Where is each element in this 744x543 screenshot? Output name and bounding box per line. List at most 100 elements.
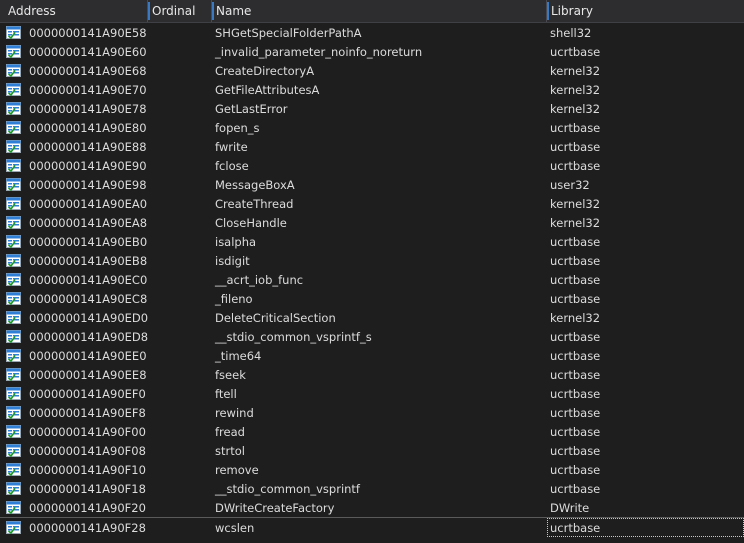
table-row[interactable]: 0000000141A90E98 MessageBoxA user32 — [0, 175, 744, 194]
column-header-address[interactable]: Address — [0, 0, 148, 22]
import-function-icon — [6, 292, 21, 305]
address-cell: 0000000141A90E88 — [0, 140, 148, 154]
table-row[interactable]: 0000000141A90EC0 __acrt_iob_func ucrtbas… — [0, 270, 744, 289]
import-function-icon — [6, 273, 21, 286]
table-row[interactable]: 0000000141A90EC8 _fileno ucrtbase — [0, 289, 744, 308]
library-cell: user32 — [550, 177, 590, 192]
table-row[interactable]: 0000000141A90E90 fclose ucrtbase — [0, 156, 744, 175]
table-row[interactable]: 0000000141A90EE0 _time64 ucrtbase — [0, 346, 744, 365]
address-cell: 0000000141A90ED0 — [0, 311, 148, 325]
address-text: 0000000141A90EE8 — [29, 367, 147, 382]
table-row[interactable]: 0000000141A90E80 fopen_s ucrtbase — [0, 118, 744, 137]
table-row[interactable]: 0000000141A90E58 SHGetSpecialFolderPathA… — [0, 23, 744, 42]
import-function-icon — [6, 235, 21, 248]
name-text: _fileno — [215, 291, 253, 306]
column-header-ordinal[interactable]: Ordinal — [148, 0, 212, 22]
name-cell: fread — [212, 425, 547, 439]
name-text: fwrite — [215, 139, 248, 154]
column-header-library[interactable]: Library — [547, 0, 744, 22]
name-cell: wcslen — [212, 521, 547, 535]
name-cell: DWriteCreateFactory — [212, 501, 547, 515]
address-cell: 0000000141A90F00 — [0, 425, 148, 439]
table-row[interactable]: 0000000141A90F00 fread ucrtbase — [0, 422, 744, 441]
table-body: 0000000141A90E58 SHGetSpecialFolderPathA… — [0, 23, 744, 537]
library-cell: ucrtbase — [550, 462, 601, 477]
table-row[interactable]: 0000000141A90EB0 isalpha ucrtbase — [0, 232, 744, 251]
address-cell: 0000000141A90E98 — [0, 178, 148, 192]
table-row[interactable]: 0000000141A90E78 GetLastError kernel32 — [0, 99, 744, 118]
import-function-icon — [6, 311, 21, 324]
address-cell: 0000000141A90EB0 — [0, 235, 148, 249]
name-cell: _fileno — [212, 292, 547, 306]
name-text: remove — [215, 462, 259, 477]
address-cell: 0000000141A90EB8 — [0, 254, 148, 268]
address-cell: 0000000141A90EA0 — [0, 197, 148, 211]
import-function-icon — [6, 425, 21, 438]
import-function-icon — [6, 368, 21, 381]
table-row[interactable]: 0000000141A90F10 remove ucrtbase — [0, 460, 744, 479]
address-cell: 0000000141A90EE0 — [0, 349, 148, 363]
table-row[interactable]: 0000000141A90F20 DWriteCreateFactory DWr… — [0, 498, 744, 517]
import-function-icon — [6, 140, 21, 153]
table-row[interactable]: 0000000141A90ED0 DeleteCriticalSection k… — [0, 308, 744, 327]
name-text: wcslen — [215, 520, 255, 535]
table-row[interactable]: 0000000141A90EE8 fseek ucrtbase — [0, 365, 744, 384]
name-text: __stdio_common_vsprintf — [215, 481, 360, 496]
address-text: 0000000141A90E98 — [29, 177, 147, 192]
imports-table: Address Ordinal Name Library 0000000141A… — [0, 0, 744, 543]
address-text: 0000000141A90ED8 — [29, 329, 148, 344]
table-row[interactable]: 0000000141A90E68 CreateDirectoryA kernel… — [0, 61, 744, 80]
library-cell: ucrtbase — [550, 253, 601, 268]
address-cell: 0000000141A90F28 — [0, 521, 148, 535]
address-text: 0000000141A90F20 — [29, 500, 146, 515]
address-cell: 0000000141A90EF0 — [0, 387, 148, 401]
name-cell: remove — [212, 463, 547, 477]
table-row[interactable]: 0000000141A90EA8 CloseHandle kernel32 — [0, 213, 744, 232]
name-cell: _time64 — [212, 349, 547, 363]
library-cell: ucrtbase — [550, 158, 601, 173]
library-cell: kernel32 — [550, 63, 601, 78]
name-cell: CreateThread — [212, 197, 547, 211]
name-text: GetLastError — [215, 101, 288, 116]
name-cell: GetLastError — [212, 102, 547, 116]
table-row[interactable]: 0000000141A90EA0 CreateThread kernel32 — [0, 194, 744, 213]
library-cell: ucrtbase — [550, 234, 601, 249]
column-header-name[interactable]: Name — [212, 0, 547, 22]
name-text: __acrt_iob_func — [215, 272, 304, 287]
library-cell: ucrtbase — [550, 443, 601, 458]
address-cell: 0000000141A90ED8 — [0, 330, 148, 344]
table-row[interactable]: 0000000141A90E88 fwrite ucrtbase — [0, 137, 744, 156]
library-cell: kernel32 — [550, 101, 601, 116]
import-function-icon — [6, 216, 21, 229]
table-row[interactable]: 0000000141A90E60 _invalid_parameter_noin… — [0, 42, 744, 61]
name-cell: _invalid_parameter_noinfo_noreturn — [212, 45, 547, 59]
name-cell: DeleteCriticalSection — [212, 311, 547, 325]
address-text: 0000000141A90F08 — [29, 443, 146, 458]
name-text: _invalid_parameter_noinfo_noreturn — [215, 44, 423, 59]
library-cell: ucrtbase — [550, 44, 601, 59]
name-cell: fopen_s — [212, 121, 547, 135]
address-cell: 0000000141A90F20 — [0, 501, 148, 515]
address-cell: 0000000141A90E78 — [0, 102, 148, 116]
library-cell: ucrtbase — [550, 139, 601, 154]
address-text: 0000000141A90EF0 — [29, 386, 146, 401]
table-row[interactable]: 0000000141A90EF8 rewind ucrtbase — [0, 403, 744, 422]
name-text: fclose — [215, 158, 249, 173]
table-row[interactable]: 0000000141A90F08 strtol ucrtbase — [0, 441, 744, 460]
address-text: 0000000141A90E80 — [29, 120, 147, 135]
name-cell: isalpha — [212, 235, 547, 249]
library-cell: ucrtbase — [550, 120, 601, 135]
address-text: 0000000141A90F28 — [29, 520, 146, 535]
table-row[interactable]: 0000000141A90ED8 __stdio_common_vsprintf… — [0, 327, 744, 346]
table-row[interactable]: 0000000141A90E70 GetFileAttributesA kern… — [0, 80, 744, 99]
table-row[interactable]: 0000000141A90F18 __stdio_common_vsprintf… — [0, 479, 744, 498]
address-cell: 0000000141A90E68 — [0, 64, 148, 78]
table-row[interactable]: 0000000141A90F28 wcslen ucrtbase — [0, 517, 744, 537]
table-row[interactable]: 0000000141A90EF0 ftell ucrtbase — [0, 384, 744, 403]
name-text: _time64 — [215, 348, 262, 363]
import-function-icon — [6, 102, 21, 115]
table-row[interactable]: 0000000141A90EB8 isdigit ucrtbase — [0, 251, 744, 270]
address-cell: 0000000141A90E90 — [0, 159, 148, 173]
name-cell: __stdio_common_vsprintf_s — [212, 330, 547, 344]
name-text: __stdio_common_vsprintf_s — [215, 329, 372, 344]
